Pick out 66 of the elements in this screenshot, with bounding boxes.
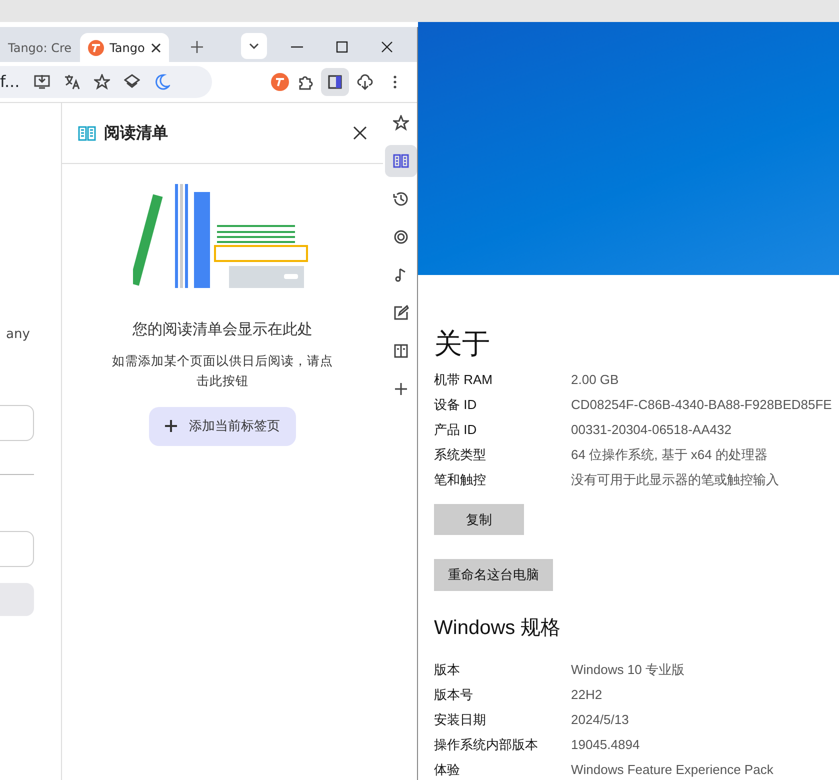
info-value: 64 位操作系统, 基于 x64 的处理器 xyxy=(571,446,768,464)
close-icon[interactable] xyxy=(353,126,367,140)
page-title: 关于 xyxy=(434,327,491,361)
section-title: Windows 规格 xyxy=(434,616,562,641)
info-value: 2.00 GB xyxy=(571,370,619,389)
moon-icon[interactable] xyxy=(154,74,170,90)
spec-label: 操作系统内部版本 xyxy=(434,736,539,754)
t-letter-icon xyxy=(275,77,285,87)
install-icon[interactable] xyxy=(34,74,50,90)
translate-icon[interactable] xyxy=(64,74,80,90)
info-label: 设备 ID xyxy=(434,396,478,414)
maximize-icon[interactable] xyxy=(336,41,348,53)
browser-tab[interactable]: Tango: Cre xyxy=(0,33,80,62)
spec-value: 19045.4894 xyxy=(571,736,640,754)
spec-value: Windows 10 专业版 xyxy=(571,660,684,679)
close-icon[interactable] xyxy=(150,42,161,52)
plus-icon xyxy=(165,420,177,432)
spec-label: 版本号 xyxy=(434,686,474,704)
layers-icon[interactable] xyxy=(124,74,140,90)
cloud-download-icon[interactable] xyxy=(357,74,373,90)
add-tab-button[interactable]: 添加当前标签页 xyxy=(149,406,296,446)
spec-label: 版本 xyxy=(434,660,461,679)
info-label: 系统类型 xyxy=(434,446,487,464)
info-label: 机带 RAM xyxy=(434,370,494,389)
tab-search-button[interactable] xyxy=(240,33,267,59)
panel-title: 阅读清单 xyxy=(104,122,169,144)
browser-tab[interactable]: Tango xyxy=(80,33,169,62)
tango-extension-icon[interactable] xyxy=(271,73,289,91)
star-icon xyxy=(392,115,408,131)
input-field[interactable] xyxy=(0,405,34,441)
tab-title: Tango: Cre xyxy=(8,40,72,56)
star-icon[interactable] xyxy=(94,74,110,90)
edit-icon xyxy=(392,305,408,321)
spec-label: 体验 xyxy=(434,760,461,779)
reader-icon xyxy=(392,343,408,359)
t-letter-icon xyxy=(90,42,101,52)
book-icon xyxy=(78,125,96,141)
empty-title: 您的阅读清单会显示在此处 xyxy=(132,319,314,340)
info-value: 没有可用于此显示器的笔或触控输入 xyxy=(571,470,779,489)
side-panel-icon xyxy=(327,74,343,90)
copy-button[interactable]: 复制 xyxy=(434,504,524,536)
spec-value: 22H2 xyxy=(571,686,602,704)
tab-title: Tango xyxy=(110,40,145,56)
rename-button[interactable]: 重命名这台电脑 xyxy=(434,559,553,591)
puzzle-icon[interactable] xyxy=(297,74,313,90)
input-field[interactable] xyxy=(0,531,34,567)
info-label: 笔和触控 xyxy=(434,470,487,489)
info-value: CD08254F-C86B-4340-BA88-F928BED85FE xyxy=(571,396,832,414)
history-icon xyxy=(392,191,408,207)
side-panel-tab[interactable] xyxy=(384,145,416,177)
side-panel-button[interactable] xyxy=(321,68,349,96)
page-text: any xyxy=(6,326,30,344)
spec-value: 2024/5/13 xyxy=(571,710,629,729)
new-tab-icon[interactable] xyxy=(190,41,203,53)
empty-description: 如需添加某个页面以供日后阅读，请点击此按钮 xyxy=(111,352,334,390)
info-label: 产品 ID xyxy=(434,420,478,439)
close-icon[interactable] xyxy=(380,41,393,53)
address-bar[interactable]: f... xyxy=(0,66,212,98)
spec-label: 安装日期 xyxy=(434,710,487,729)
lens-icon xyxy=(392,229,408,245)
reading-list-icon xyxy=(392,153,408,169)
url-text: f... xyxy=(0,71,20,93)
info-value: 00331-20304-06518-AA432 xyxy=(571,420,732,439)
add-icon xyxy=(392,381,408,397)
spec-value: Windows Feature Experience Pack xyxy=(571,760,774,779)
chevron-down-icon xyxy=(248,43,259,49)
